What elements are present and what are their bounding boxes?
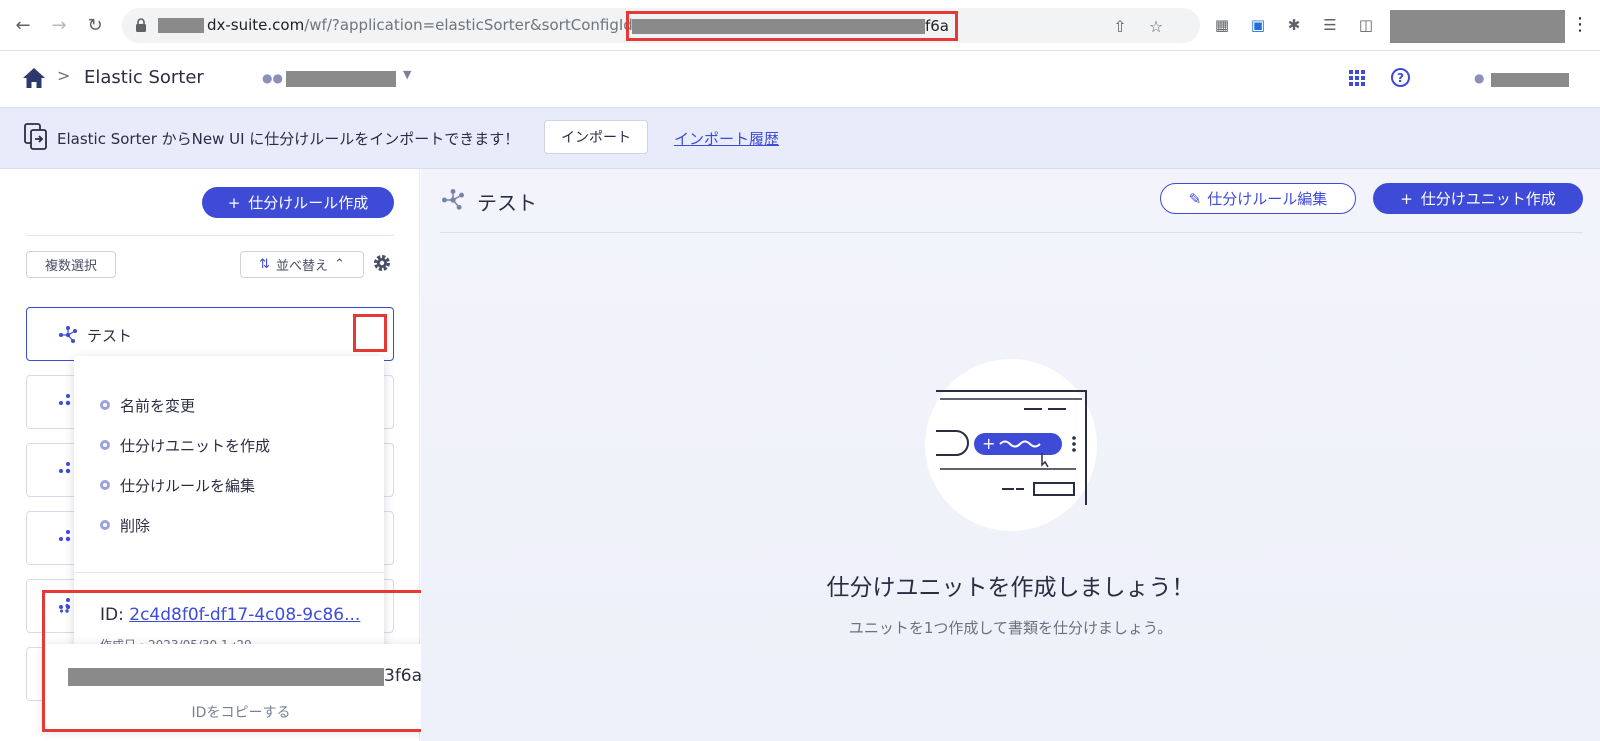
address-bar[interactable]: dx-suite.com/wf/?application=elasticSort…	[122, 8, 1200, 43]
share-icon[interactable]: ⇧	[1110, 16, 1130, 36]
redacted-organization[interactable]	[286, 71, 396, 87]
main-panel: テスト ✎ 仕分けルール編集 + 仕分けユニット作成 + 仕分けユニットを作成し…	[421, 169, 1600, 741]
menu-bullet-icon	[100, 400, 110, 410]
menu-item-label: 仕分けルールを編集	[120, 476, 256, 495]
url-highlight-box: f6a	[626, 11, 958, 41]
menu-item-create-unit[interactable]: 仕分けユニットを作成	[100, 434, 270, 456]
breadcrumb-separator: >	[57, 66, 71, 85]
empty-state-subtitle: ユニットを1つ作成して書類を仕分けましょう。	[848, 619, 1173, 637]
sort-label: 並べ替え	[275, 259, 328, 274]
sorter-rule-icon	[59, 326, 77, 343]
edit-rule-button[interactable]: ✎ 仕分けルール編集	[1160, 183, 1356, 214]
app-header: > Elastic Sorter ●● ▼ ? ●	[0, 51, 1600, 107]
sorter-rule-icon	[442, 189, 464, 210]
menu-item-label: 仕分けユニットを作成	[120, 436, 271, 455]
lock-icon	[136, 18, 146, 32]
chevron-down-icon[interactable]: ▼	[403, 68, 411, 81]
import-icon	[24, 123, 47, 150]
redacted-subdomain	[158, 18, 204, 33]
create-unit-label: 仕分けユニット作成	[1420, 190, 1556, 208]
create-unit-button[interactable]: + 仕分けユニット作成	[1373, 183, 1583, 214]
app-title: Elastic Sorter	[84, 67, 204, 88]
gear-icon[interactable]	[372, 253, 392, 273]
organization-icon: ●●	[262, 71, 283, 85]
edit-rule-label: 仕分けルール編集	[1207, 190, 1328, 208]
create-rule-button[interactable]: + 仕分けルール作成	[202, 187, 394, 218]
apps-grid-icon[interactable]	[1349, 70, 1365, 86]
reading-list-icon[interactable]: ☰	[1320, 15, 1340, 35]
menu-item-delete[interactable]: 削除	[100, 514, 150, 536]
sort-button[interactable]: ⇅ 並べ替え ⌃	[240, 251, 364, 278]
redacted-sort-config-id	[632, 19, 925, 34]
help-icon[interactable]: ?	[1391, 68, 1410, 87]
reload-icon[interactable]: ↻	[82, 12, 108, 38]
redacted-username[interactable]	[1491, 73, 1569, 87]
import-banner: Elastic Sorter からNew UI に仕分けルールをインポートできま…	[0, 107, 1600, 169]
menu-bullet-icon	[100, 440, 110, 450]
main-divider	[440, 232, 1583, 233]
sort-icon: ⇅	[259, 257, 270, 272]
qr-extension-icon[interactable]: ▦	[1212, 15, 1232, 35]
url-text: dx-suite.com/wf/?application=elasticSort…	[207, 16, 646, 34]
menu-item-label: 削除	[120, 516, 151, 535]
menu-bullet-icon	[100, 480, 110, 490]
svg-text:+: +	[982, 434, 995, 453]
menu-bullet-icon	[100, 520, 110, 530]
home-icon[interactable]	[22, 67, 46, 89]
empty-state-illustration: +	[925, 359, 1097, 531]
back-icon[interactable]: ←	[10, 12, 36, 38]
browser-menu-icon[interactable]: ⋮	[1570, 14, 1590, 38]
rule-item-test[interactable]: テスト	[26, 307, 394, 361]
star-icon[interactable]: ☆	[1146, 16, 1166, 36]
side-panel-icon[interactable]: ◫	[1356, 15, 1376, 35]
css-extension-icon[interactable]: ▣	[1248, 15, 1268, 35]
create-rule-label: 仕分けルール作成	[248, 194, 369, 212]
rule-item-label: テスト	[87, 327, 133, 345]
plus-icon: +	[227, 193, 241, 212]
edit-icon: ✎	[1188, 189, 1202, 208]
forward-icon[interactable]: →	[46, 12, 72, 38]
multi-select-button[interactable]: 複数選択	[26, 251, 116, 278]
sidebar-divider	[26, 235, 394, 236]
menu-item-rename[interactable]: 名前を変更	[100, 394, 195, 416]
menu-divider	[74, 572, 384, 573]
url-id-tail: f6a	[924, 17, 949, 35]
page-title: テスト	[477, 191, 537, 215]
chevron-up-icon: ⌃	[334, 257, 345, 272]
redacted-profile[interactable]	[1390, 10, 1565, 43]
empty-state-title: 仕分けユニットを作成しましょう！	[826, 575, 1195, 601]
menu-item-edit-rule[interactable]: 仕分けルールを編集	[100, 474, 255, 496]
import-button[interactable]: インポート	[544, 120, 648, 154]
banner-message: Elastic Sorter からNew UI に仕分けルールをインポートできま…	[57, 130, 520, 148]
menu-item-label: 名前を変更	[120, 396, 196, 415]
puzzle-icon[interactable]: ✱	[1284, 15, 1304, 35]
id-highlight-box	[42, 590, 459, 732]
plus-icon: +	[1400, 189, 1413, 208]
rule-menu-button[interactable]	[353, 314, 387, 352]
user-icon: ●	[1474, 71, 1485, 85]
browser-toolbar: ← → ↻ dx-suite.com/wf/?application=elast…	[0, 0, 1600, 51]
import-history-link[interactable]: インポート履歴	[674, 128, 779, 149]
